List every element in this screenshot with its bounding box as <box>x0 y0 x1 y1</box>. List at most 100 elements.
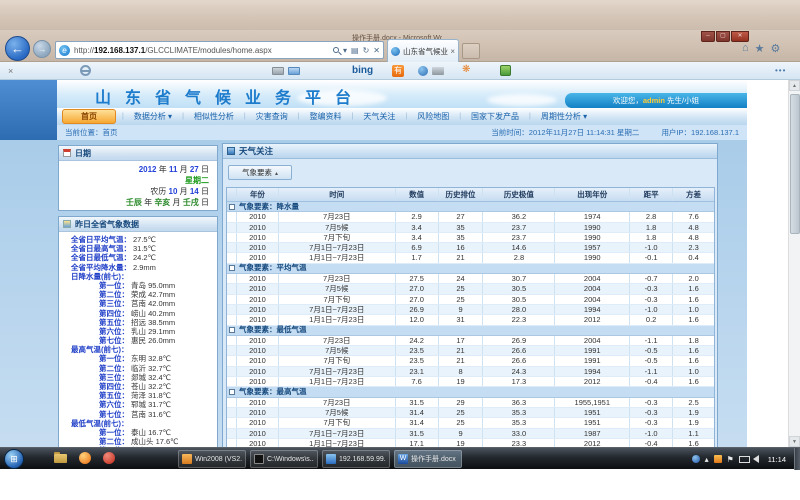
forward-button[interactable]: → <box>33 40 51 58</box>
scrollbar-thumb[interactable] <box>790 94 800 234</box>
compatibility-icon[interactable]: ▤ <box>351 46 359 55</box>
camera-icon[interactable] <box>432 67 444 75</box>
maximize-icon[interactable]: ▢ <box>716 31 730 42</box>
volume-icon[interactable] <box>753 455 759 463</box>
search-dropdown-icon[interactable]: ▾ <box>343 46 347 55</box>
taskbar-button-1[interactable]: C:\Windows\s... <box>250 450 318 468</box>
column-header[interactable]: 方差 <box>673 188 714 201</box>
table-row[interactable]: 20107月下旬23.52126.61991-0.51.6 <box>227 356 714 366</box>
opera-icon[interactable] <box>103 452 115 464</box>
more-icon[interactable]: ••• <box>775 66 786 75</box>
group-checkbox-icon[interactable] <box>229 327 235 333</box>
group-row[interactable]: 气象要素：降水量 <box>227 202 714 212</box>
column-header[interactable]: 数值 <box>396 188 439 201</box>
table-row[interactable]: 20107月23日24.21726.92004-1.11.8 <box>227 336 714 346</box>
table-row[interactable]: 20107月下旬31.42535.31951-0.31.9 <box>227 418 714 428</box>
show-desktop-button[interactable] <box>794 448 800 470</box>
scroll-up-icon[interactable]: ▲ <box>789 80 800 91</box>
bing-logo[interactable]: bing <box>352 65 373 76</box>
table-row[interactable]: 20107月1日~7月23日26.9928.01994-1.01.0 <box>227 305 714 315</box>
table-row[interactable]: 20107月5候27.02530.52004-0.31.6 <box>227 284 714 294</box>
table-row[interactable]: 20107月1日~7月23日6.91614.61957-1.02.3 <box>227 243 714 253</box>
scrollbar[interactable]: ▲ ▼ <box>788 80 800 447</box>
table-row[interactable]: 20101月1日~7月23日7.61917.32012-0.41.6 <box>227 377 714 387</box>
table-row[interactable]: 20107月5候23.52126.61991-0.51.6 <box>227 346 714 356</box>
group-checkbox-icon[interactable] <box>229 389 235 395</box>
menu-item-2[interactable]: 相似性分析 <box>184 111 244 122</box>
new-tab-button[interactable] <box>462 43 480 59</box>
table-cell: 27.5 <box>396 274 439 283</box>
column-header[interactable]: 时间 <box>279 188 396 201</box>
paw-plugin-icon[interactable]: ❋ <box>462 64 470 75</box>
taskbar-clock[interactable]: 11:14 <box>768 455 786 464</box>
taskbar-button-3[interactable]: W操作手册.docx ... <box>394 450 462 468</box>
table-row[interactable]: 20107月5候3.43523.719901.84.8 <box>227 223 714 233</box>
close-icon[interactable]: ✕ <box>731 31 749 42</box>
search-icon[interactable] <box>333 47 339 53</box>
column-header[interactable]: 年份 <box>237 188 279 201</box>
firefox-icon[interactable] <box>79 452 91 464</box>
menu-item-3[interactable]: 灾害查询 <box>246 111 298 122</box>
tab-close-icon[interactable]: × <box>450 47 455 56</box>
table-row[interactable]: 20107月下旬27.02530.52004-0.31.6 <box>227 295 714 305</box>
group-checkbox-icon[interactable] <box>229 265 235 271</box>
scroll-down-icon[interactable]: ▼ <box>789 436 800 447</box>
menu-item-5[interactable]: 天气关注 <box>353 111 405 122</box>
menu-item-7[interactable]: 国家下发产品 <box>461 111 529 122</box>
table-row[interactable]: 20107月23日2.92736.219742.87.6 <box>227 212 714 222</box>
taskbar-button-0[interactable]: Win2008 (VS2... <box>178 450 246 468</box>
refresh-icon[interactable]: ↻ <box>363 46 370 55</box>
toolbar-close-icon[interactable]: × <box>8 66 13 76</box>
search-app-icon[interactable]: 有 <box>392 65 404 77</box>
table-row[interactable]: 20107月下旬3.43523.719901.84.8 <box>227 233 714 243</box>
taskbar-button-2[interactable]: 192.168.59.99... <box>322 450 390 468</box>
table-cell: 2010 <box>237 408 279 417</box>
menu-item-8[interactable]: 周期性分析 ▾ <box>531 111 597 122</box>
gear-icon[interactable]: ⚙ <box>771 42 781 55</box>
element-filter-button[interactable]: 气象要素▴ <box>228 165 292 180</box>
table-row[interactable]: 20107月1日~7月23日23.1824.31994-1.11.0 <box>227 367 714 377</box>
menu-item-6[interactable]: 风险地图 <box>407 111 459 122</box>
app-icon <box>182 454 192 464</box>
table-row[interactable]: 20107月23日31.52936.31955,1951-0.32.5 <box>227 398 714 408</box>
menu-item-4[interactable]: 整编资料 <box>300 111 352 122</box>
column-header[interactable]: 出现年份 <box>555 188 630 201</box>
stop-icon[interactable]: ✕ <box>373 46 380 55</box>
table-row[interactable]: 20101月1日~7月23日17.11923.32012-0.41.6 <box>227 439 714 447</box>
folder-icon[interactable] <box>54 454 67 463</box>
tray-warning-icon[interactable] <box>714 455 722 463</box>
network-icon[interactable] <box>739 455 748 463</box>
url-text[interactable]: http://192.168.137.1/GLCCLIMATE/modules/… <box>74 46 329 55</box>
table-row[interactable]: 20107月23日27.52430.72004-0.72.0 <box>227 274 714 284</box>
blocked-plugin-icon[interactable] <box>80 65 91 76</box>
media-icon[interactable] <box>418 66 428 76</box>
group-checkbox-icon[interactable] <box>229 204 235 210</box>
address-bar[interactable]: e http://192.168.137.1/GLCCLIMATE/module… <box>55 41 384 59</box>
start-button[interactable]: ⊞ <box>4 449 24 469</box>
column-header[interactable]: 历史排位 <box>439 188 484 201</box>
group-row[interactable]: 气象要素：最低气温 <box>227 326 714 336</box>
menu-item-1[interactable]: 数据分析 ▾ <box>124 111 182 122</box>
hidden-icons-arrow[interactable]: ▴ <box>705 455 709 464</box>
tray-app-icon[interactable] <box>692 455 700 463</box>
table-row[interactable]: 20107月5候31.42535.31951-0.31.9 <box>227 408 714 418</box>
group-row[interactable]: 气象要素：最高气温 <box>227 387 714 397</box>
browser-tab[interactable]: 山东省气候业务平... × <box>387 39 459 62</box>
action-center-flag-icon[interactable]: ⚑ <box>727 455 734 464</box>
column-header[interactable]: 距平 <box>630 188 673 201</box>
menu-item-0[interactable]: 首页 <box>62 109 116 124</box>
home-icon[interactable]: ⌂ <box>742 42 749 55</box>
plugin-icon[interactable] <box>500 65 511 76</box>
table-cell: 2010 <box>237 295 279 304</box>
card-icon[interactable] <box>272 67 284 75</box>
column-header[interactable]: 历史极值 <box>483 188 555 201</box>
back-button[interactable]: ← <box>5 36 30 61</box>
table-cell: -0.1 <box>630 253 673 262</box>
table-row[interactable]: 20107月1日~7月23日31.5933.01987-1.01.1 <box>227 429 714 439</box>
favorites-star-icon[interactable]: ★ <box>755 42 765 55</box>
group-row[interactable]: 气象要素：平均气温 <box>227 264 714 274</box>
table-cell: 1月1日~7月23日 <box>279 439 396 447</box>
minimize-icon[interactable]: – <box>701 31 715 42</box>
mail-icon[interactable] <box>288 67 300 75</box>
rank-item: 第三位：郯城 32.4℃ <box>61 373 215 382</box>
